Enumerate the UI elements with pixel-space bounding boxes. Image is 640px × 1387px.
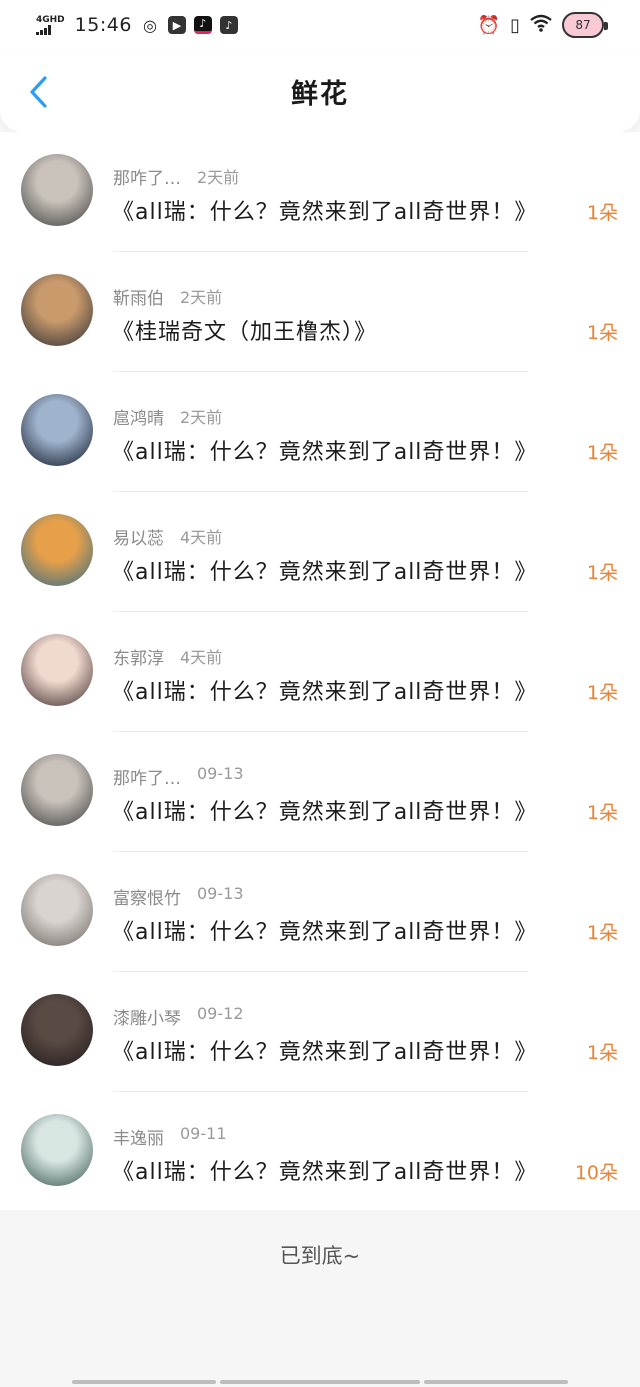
weibo-icon: ◎ xyxy=(142,15,157,35)
book-title[interactable]: 《all瑞：什么？竟然来到了all奇世界！》 xyxy=(112,794,537,826)
username[interactable]: 那咋了… xyxy=(113,164,181,189)
username[interactable]: 易以蕊 xyxy=(113,524,164,549)
book-title[interactable]: 《all瑞：什么？竟然来到了all奇世界！》 xyxy=(112,194,537,226)
username[interactable]: 漆雕小琴 xyxy=(113,1004,181,1029)
timestamp: 4天前 xyxy=(180,528,223,547)
chevron-left-icon xyxy=(30,76,47,108)
wifi-icon xyxy=(530,14,552,37)
avatar[interactable] xyxy=(21,394,93,466)
username[interactable]: 扈鸿晴 xyxy=(113,404,164,429)
avatar[interactable] xyxy=(21,514,93,586)
flower-count: 1朵 xyxy=(586,562,618,584)
flower-count: 1朵 xyxy=(586,682,618,704)
back-button[interactable] xyxy=(18,72,58,112)
gesture-bar xyxy=(72,1380,216,1384)
username[interactable]: 东郭淳 xyxy=(113,644,164,669)
book-title[interactable]: 《all瑞：什么？竟然来到了all奇世界！》 xyxy=(112,434,537,466)
list-item[interactable]: 那咋了… 09-13 《all瑞：什么？竟然来到了all奇世界！》 1朵 xyxy=(0,732,640,852)
item-meta: 漆雕小琴 09-12 xyxy=(113,1004,244,1029)
list-item[interactable]: 易以蕊 4天前《all瑞：什么？竟然来到了all奇世界！》 1朵 xyxy=(0,492,640,612)
list-item[interactable]: 扈鸿晴 2天前《all瑞：什么？竟然来到了all奇世界！》 1朵 xyxy=(0,372,640,492)
avatar[interactable] xyxy=(21,274,93,346)
item-meta: 扈鸿晴 2天前 xyxy=(113,404,222,429)
username[interactable]: 丰逸丽 xyxy=(113,1124,164,1149)
book-title[interactable]: 《all瑞：什么？竟然来到了all奇世界！》 xyxy=(112,554,537,586)
item-meta: 那咋了… 2天前 xyxy=(113,164,239,189)
gesture-bar xyxy=(220,1380,420,1384)
item-meta: 富察恨竹 09-13 xyxy=(113,884,244,909)
timestamp: 09-13 xyxy=(197,884,244,903)
flower-count: 1朵 xyxy=(586,802,618,824)
timestamp: 4天前 xyxy=(180,648,223,667)
timestamp: 09-13 xyxy=(197,764,244,783)
timestamp: 2天前 xyxy=(180,288,223,307)
vibrate-icon: ▯ xyxy=(510,14,520,36)
flower-count: 1朵 xyxy=(586,442,618,464)
tiktok-icon: ♪ xyxy=(219,16,238,34)
status-left: 4GHD 15:46 ◎ ▶ ♪ ♪ xyxy=(36,14,238,36)
flower-count: 1朵 xyxy=(586,922,618,944)
username[interactable]: 富察恨竹 xyxy=(113,884,181,909)
flower-count: 1朵 xyxy=(586,322,618,344)
avatar[interactable] xyxy=(21,1114,93,1186)
network-indicator: 4GHD xyxy=(36,14,65,35)
status-bar: 4GHD 15:46 ◎ ▶ ♪ ♪ ⏰ ▯ 87 xyxy=(0,0,640,50)
list-item[interactable]: 丰逸丽 09-11 《all瑞：什么？竟然来到了all奇世界！》 10朵 xyxy=(0,1092,640,1212)
avatar[interactable] xyxy=(21,874,93,946)
battery-icon: 87 xyxy=(562,12,608,38)
video-app-icon: ▶ xyxy=(167,16,186,34)
status-right: ⏰ ▯ 87 xyxy=(477,12,608,38)
flower-count: 10朵 xyxy=(574,1162,618,1184)
username[interactable]: 靳雨伯 xyxy=(113,284,164,309)
book-title[interactable]: 《all瑞：什么？竟然来到了all奇世界！》 xyxy=(112,914,537,946)
item-meta: 丰逸丽 09-11 xyxy=(113,1124,227,1149)
clock: 15:46 xyxy=(74,14,132,36)
page-title: 鲜花 xyxy=(291,78,349,110)
signal-icon xyxy=(36,24,51,35)
list-item[interactable]: 东郭淳 4天前《all瑞：什么？竟然来到了all奇世界！》 1朵 xyxy=(0,612,640,732)
alarm-icon: ⏰ xyxy=(477,14,501,36)
avatar[interactable] xyxy=(21,634,93,706)
gesture-bar xyxy=(424,1380,568,1384)
book-title[interactable]: 《桂瑞奇文（加王橹杰）》 xyxy=(112,314,377,346)
timestamp: 09-12 xyxy=(197,1004,244,1023)
flower-list: 那咋了… 2天前 《all瑞：什么？竟然来到了all奇世界！》 1朵 靳雨伯 2天前 《桂瑞… xyxy=(0,132,640,1210)
network-label: 4GHD xyxy=(36,14,65,25)
book-title[interactable]: 《all瑞：什么？竟然来到了all奇世界！》 xyxy=(112,1034,537,1066)
list-item[interactable]: 富察恨竹 09-13 《all瑞：什么？竟然来到了all奇世界！》 1朵 xyxy=(0,852,640,972)
avatar[interactable] xyxy=(21,154,93,226)
avatar[interactable] xyxy=(21,754,93,826)
book-title[interactable]: 《all瑞：什么？竟然来到了all奇世界！》 xyxy=(112,1154,537,1186)
list-item[interactable]: 漆雕小琴 09-12 《all瑞：什么？竟然来到了all奇世界！》 1朵 xyxy=(0,972,640,1092)
item-meta: 靳雨伯 2天前 xyxy=(113,284,222,309)
item-meta: 东郭淳 4天前 xyxy=(113,644,222,669)
flower-count: 1朵 xyxy=(586,202,618,224)
list-item[interactable]: 靳雨伯 2天前《桂瑞奇文（加王橹杰）》 1朵 xyxy=(0,252,640,372)
nav-header: 鲜花 xyxy=(0,50,640,132)
end-of-list-text: 已到底~ xyxy=(279,1244,361,1268)
battery-level: 87 xyxy=(575,18,591,32)
list-item[interactable]: 那咋了… 2天前《all瑞：什么？竟然来到了all奇世界！》 1朵 xyxy=(0,132,640,252)
item-meta: 那咋了… 09-13 xyxy=(113,764,244,789)
timestamp: 09-11 xyxy=(180,1124,227,1143)
book-title[interactable]: 《all瑞：什么？竟然来到了all奇世界！》 xyxy=(112,674,537,706)
timestamp: 2天前 xyxy=(180,408,223,427)
tiktok-icon: ♪ xyxy=(193,16,212,34)
flower-count: 1朵 xyxy=(586,1042,618,1064)
avatar[interactable] xyxy=(21,994,93,1066)
username[interactable]: 那咋了… xyxy=(113,764,181,789)
item-meta: 易以蕊 4天前 xyxy=(113,524,222,549)
timestamp: 2天前 xyxy=(197,168,240,187)
